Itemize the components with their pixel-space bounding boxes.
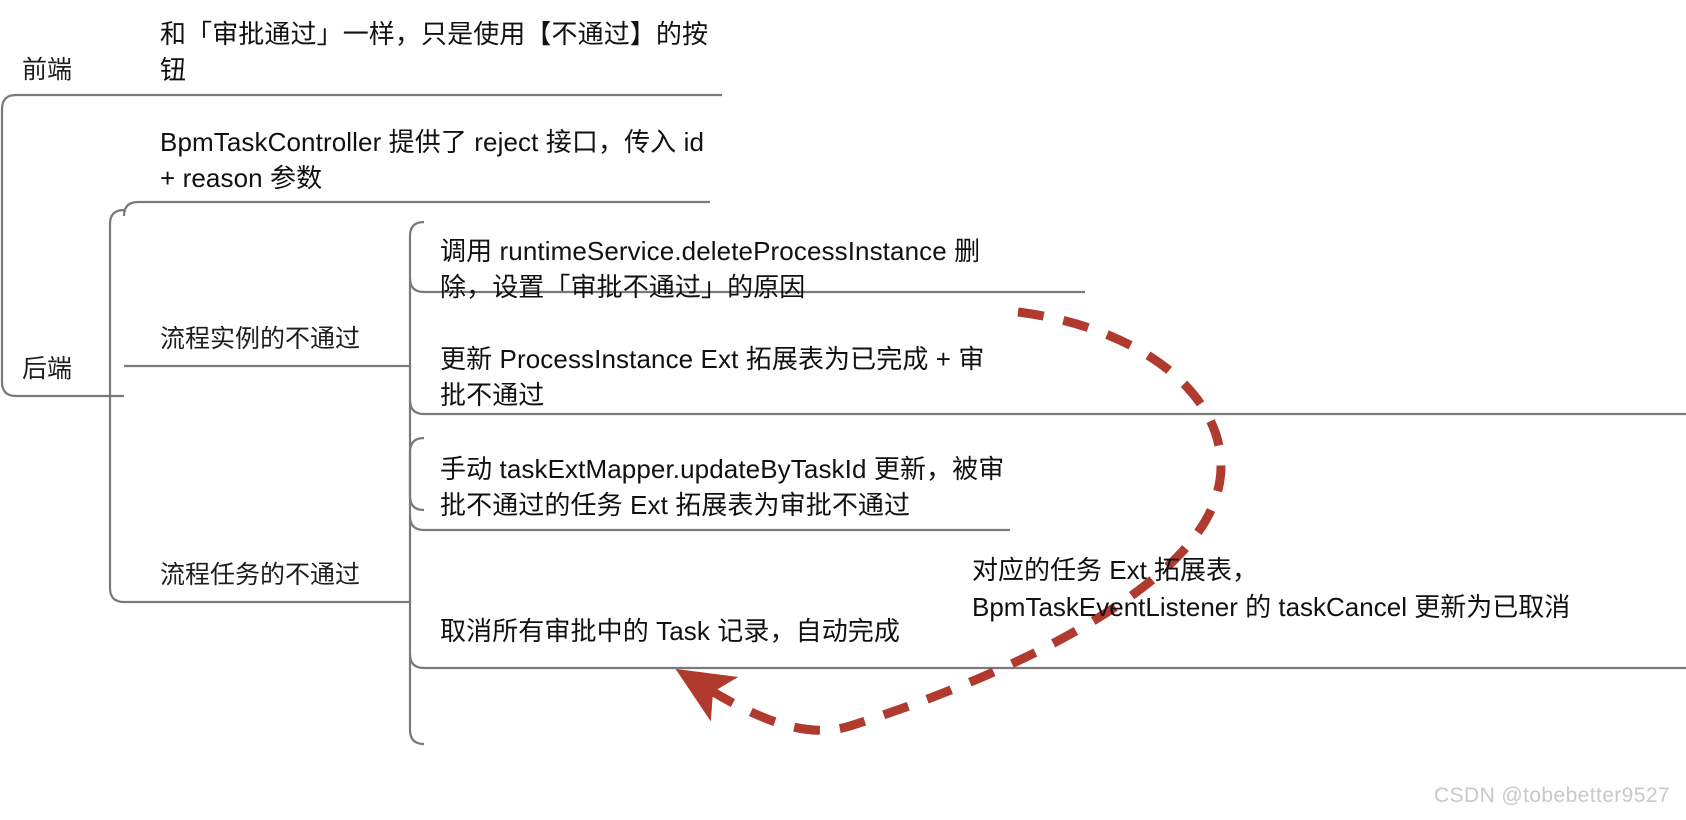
node-process-task-label[interactable]: 流程任务的不通过 xyxy=(160,551,400,599)
node-pt-leaf-1[interactable]: 手动 taskExtMapper.updateByTaskId 更新，被审批不通… xyxy=(440,448,1010,528)
node-annotation-text: 对应的任务 Ext 拓展表， BpmTaskEventListener 的 ta… xyxy=(972,555,1571,622)
node-backend-api[interactable]: BpmTaskController 提供了 reject 接口，传入 id + … xyxy=(160,122,712,200)
node-pt-leaf-1-text: 手动 taskExtMapper.updateByTaskId 更新，被审批不通… xyxy=(440,454,1005,520)
node-frontend-label[interactable]: 前端 xyxy=(22,46,118,94)
node-pi-leaf-2-text: 更新 ProcessInstance Ext 拓展表为已完成 + 审批不通过 xyxy=(440,344,985,410)
node-frontend-detail-text: 和「审批通过」一样，只是使用【不通过】的按钮 xyxy=(160,19,709,85)
node-backend-label[interactable]: 后端 xyxy=(22,345,118,393)
node-frontend-label-text: 前端 xyxy=(22,55,73,84)
node-process-task-label-text: 流程任务的不通过 xyxy=(160,560,361,589)
watermark: CSDN @tobebetter9527 xyxy=(1434,784,1670,807)
node-pi-leaf-1-text: 调用 runtimeService.deleteProcessInstance … xyxy=(440,236,981,302)
node-process-instance-label[interactable]: 流程实例的不通过 xyxy=(160,315,400,363)
node-pt-leaf-2[interactable]: 取消所有审批中的 Task 记录，自动完成 xyxy=(440,608,1000,656)
node-pt-leaf-2-text: 取消所有审批中的 Task 记录，自动完成 xyxy=(440,616,901,647)
node-backend-label-text: 后端 xyxy=(22,354,73,383)
node-pi-leaf-2[interactable]: 更新 ProcessInstance Ext 拓展表为已完成 + 审批不通过 xyxy=(440,338,1000,418)
node-pi-leaf-1[interactable]: 调用 runtimeService.deleteProcessInstance … xyxy=(440,230,1010,310)
node-frontend-detail[interactable]: 和「审批通过」一样，只是使用【不通过】的按钮 xyxy=(160,14,716,92)
mindmap-canvas: 前端 后端 和「审批通过」一样，只是使用【不通过】的按钮 BpmTaskCont… xyxy=(0,0,1686,820)
node-annotation[interactable]: 对应的任务 Ext 拓展表， BpmTaskEventListener 的 ta… xyxy=(972,552,1686,668)
node-process-instance-label-text: 流程实例的不通过 xyxy=(160,324,361,353)
node-backend-api-text: BpmTaskController 提供了 reject 接口，传入 id + … xyxy=(160,127,712,193)
